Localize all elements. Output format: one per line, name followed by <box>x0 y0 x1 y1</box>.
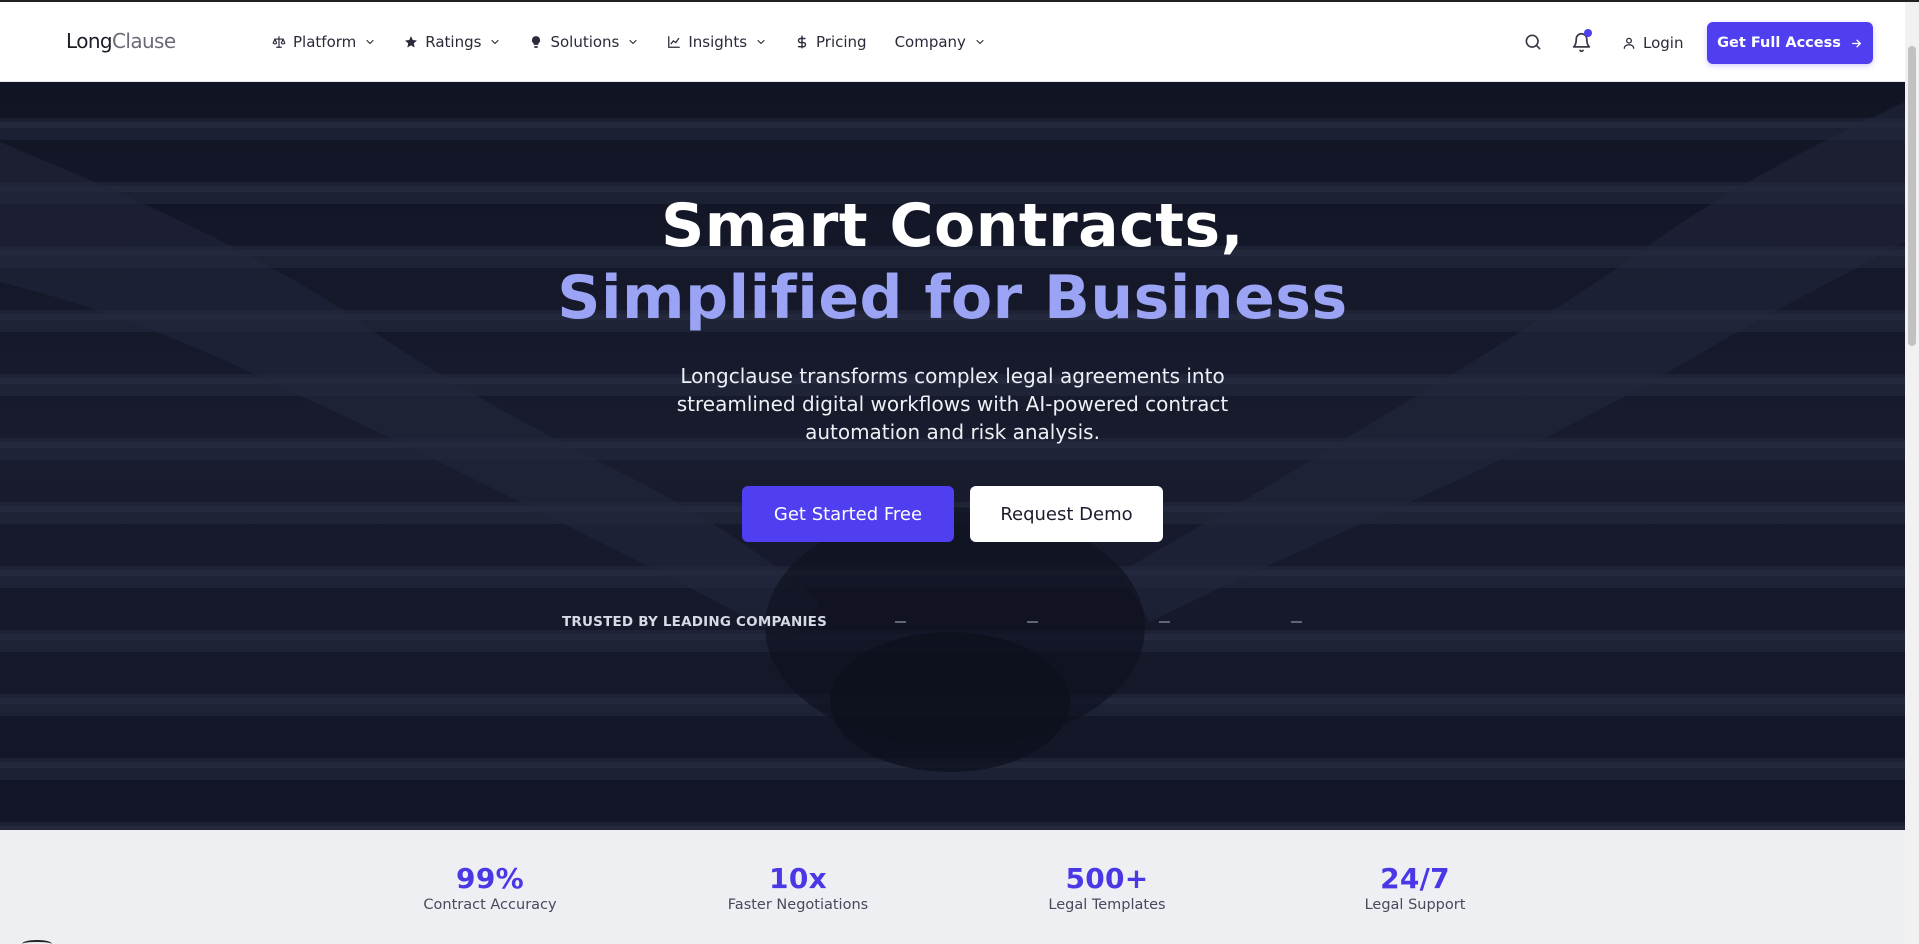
chevron-down-icon <box>491 39 500 45</box>
scrollbar-thumb[interactable] <box>1908 46 1916 346</box>
logo-text-clause: Clause <box>112 29 176 53</box>
hero-subtitle: Longclause transforms complex legal agre… <box>676 364 1229 444</box>
top-navigation: Long Clause Platform Ratings Solutions In… <box>0 2 1905 82</box>
main-menu: Platform Ratings Solutions Insights Pric… <box>258 2 1000 82</box>
chat-widget-edge[interactable] <box>22 940 52 944</box>
brand-logo[interactable]: Long Clause <box>66 29 176 53</box>
stat-label: Faster Negotiations <box>727 897 869 913</box>
star-icon <box>405 36 418 48</box>
line-chart-icon <box>668 36 681 48</box>
arrow-right-icon <box>1851 39 1861 47</box>
scale-icon <box>272 36 286 48</box>
stat-value: 24/7 <box>1380 862 1450 895</box>
stat-legal-templates: 500+ Legal Templates <box>987 862 1227 913</box>
nav-item-label: Ratings <box>425 33 482 51</box>
stat-label: Legal Templates <box>1048 897 1166 913</box>
page-scrollbar[interactable] <box>1905 2 1919 944</box>
stats-bar: 99% Contract Accuracy 10x Faster Negotia… <box>0 830 1905 944</box>
get-full-access-button[interactable]: Get Full Access <box>1707 22 1873 64</box>
chevron-down-icon <box>366 39 374 45</box>
search-icon <box>1525 34 1541 50</box>
partner-logo-placeholder <box>1291 621 1302 623</box>
nav-item-label: Company <box>894 33 966 51</box>
stat-value: 99% <box>456 862 524 895</box>
hero-title-line2: Simplified for Business <box>557 263 1348 333</box>
hero-section: Smart Contracts, Simplified for Business… <box>0 82 1905 830</box>
login-link[interactable]: Login <box>1622 31 1683 55</box>
chevron-down-icon <box>629 39 637 45</box>
nav-item-label: Insights <box>688 33 748 51</box>
stat-value: 500+ <box>1065 862 1149 895</box>
nav-item-solutions[interactable]: Solutions <box>515 22 653 62</box>
hero-title-line1: Smart Contracts, <box>661 191 1244 261</box>
nav-item-label: Platform <box>293 33 357 51</box>
lightbulb-icon <box>532 36 541 48</box>
notification-badge <box>1584 29 1592 37</box>
stat-label: Legal Support <box>1364 897 1466 913</box>
notifications-button[interactable] <box>1565 26 1597 58</box>
trusted-by-label: TRUSTED BY LEADING COMPANIES <box>562 614 828 630</box>
nav-item-insights[interactable]: Insights <box>653 22 781 62</box>
cta-label: Get Full Access <box>1717 35 1841 51</box>
stat-legal-support: 24/7 Legal Support <box>1295 862 1535 913</box>
nav-item-label: Solutions <box>550 33 620 51</box>
logo-text-long: Long <box>66 29 113 53</box>
partner-logo-placeholder <box>1027 621 1038 623</box>
stat-value: 10x <box>769 862 827 895</box>
login-label: Login <box>1643 34 1684 52</box>
chevron-down-icon <box>757 39 765 45</box>
partner-logo-placeholder <box>895 621 906 623</box>
chevron-down-icon <box>976 39 984 45</box>
partner-logo-placeholder <box>1159 621 1170 623</box>
search-button[interactable] <box>1517 26 1549 58</box>
stat-label: Contract Accuracy <box>423 897 557 913</box>
nav-item-label: Pricing <box>816 33 867 51</box>
request-demo-button[interactable]: Request Demo <box>970 486 1163 542</box>
get-started-free-button[interactable]: Get Started Free <box>742 486 954 542</box>
nav-item-company[interactable]: Company <box>881 22 1000 62</box>
dollar-icon <box>797 35 807 49</box>
nav-item-pricing[interactable]: Pricing <box>781 22 881 62</box>
nav-item-ratings[interactable]: Ratings <box>390 22 515 62</box>
user-icon <box>1623 37 1635 49</box>
stat-contract-accuracy: 99% Contract Accuracy <box>370 862 610 913</box>
nav-item-platform[interactable]: Platform <box>258 22 390 62</box>
stat-faster-negotiations: 10x Faster Negotiations <box>678 862 918 913</box>
